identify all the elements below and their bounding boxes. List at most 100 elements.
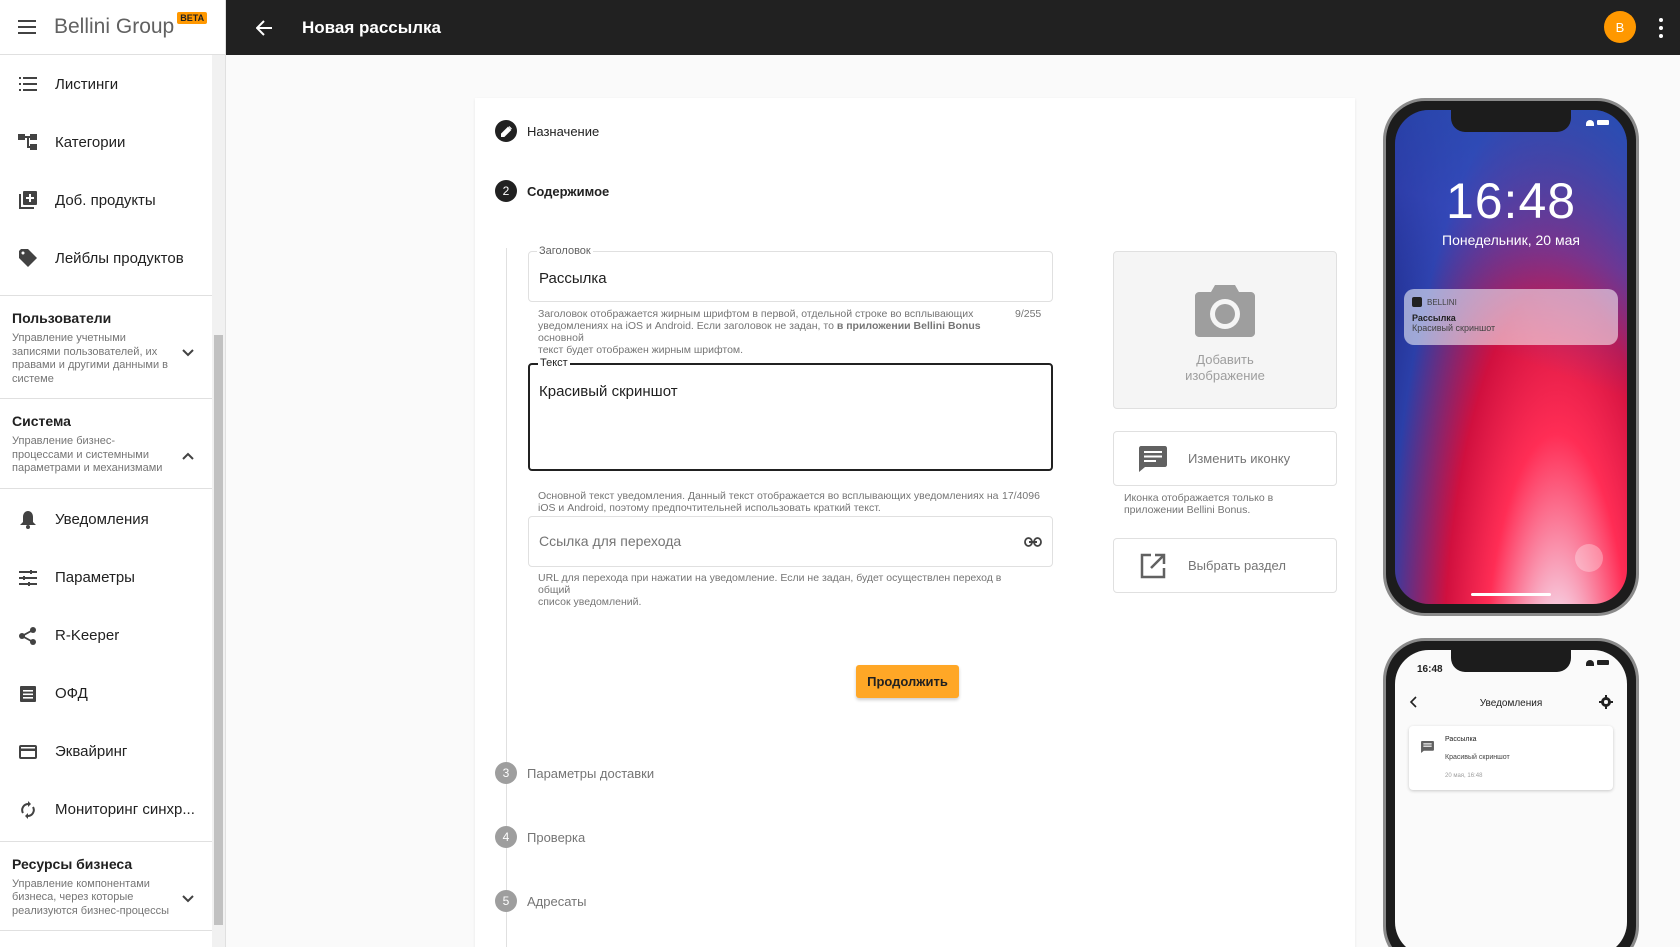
sync-icon <box>18 800 38 820</box>
card-date: 20 мая, 16:48 <box>1445 773 1483 779</box>
category-tree-icon <box>18 132 38 152</box>
gear-icon <box>1599 695 1613 712</box>
status-time: 16:48 <box>1417 664 1443 675</box>
sidebar-item-categories[interactable]: Категории <box>0 113 212 171</box>
icon-hint: Иконка отображается только в приложении … <box>1124 492 1274 516</box>
sidebar-scrollbar[interactable] <box>212 55 225 947</box>
link-field[interactable]: Ссылка для перехода <box>528 516 1053 567</box>
notification-title: Рассылка <box>1412 313 1456 323</box>
continue-button[interactable]: Продолжить <box>856 665 959 698</box>
chevron-up-icon <box>182 447 194 465</box>
sidebar-item-label: Лейблы продуктов <box>55 249 184 267</box>
home-indicator <box>1471 593 1551 596</box>
sidebar-item-notifications[interactable]: Уведомления <box>0 491 212 549</box>
step-recipients[interactable]: 5 Адресаты <box>495 890 586 912</box>
more-vert-icon[interactable] <box>1658 18 1664 38</box>
step-number: 5 <box>495 890 517 912</box>
push-notification-preview: BELLINI Рассылка Красивый скриншот <box>1404 289 1618 345</box>
lockscreen-date: Понедельник, 20 мая <box>1442 232 1580 248</box>
add-box-icon <box>18 190 38 210</box>
app-screen: 16:48 Уведомления Рассылка Красивый скри… <box>1395 650 1627 947</box>
link-hint: URL для перехода при нажатии на уведомле… <box>538 572 1002 608</box>
app-header: Уведомления <box>1395 690 1627 716</box>
sidebar-item-acquiring[interactable]: Эквайринг <box>0 723 212 781</box>
title-field[interactable]: Заголовок Рассылка <box>528 245 1053 302</box>
sidebar-item-ofd[interactable]: ОФД <box>0 665 212 723</box>
text-input-value: Красивый скриншот <box>539 383 678 400</box>
label-tag-icon <box>18 248 38 268</box>
app-icon <box>1412 297 1422 307</box>
lockscreen: 16:48 Понедельник, 20 мая BELLINI Рассыл… <box>1395 110 1627 604</box>
lockscreen-preview-phone: 16:48 Понедельник, 20 мая BELLINI Рассыл… <box>1383 98 1639 616</box>
sidebar-nav: Листинги Категории Доб. продукты Лейблы … <box>0 55 212 947</box>
top-app-bar: Новая рассылка B <box>226 0 1680 55</box>
bell-icon <box>18 510 38 530</box>
list-icon <box>18 74 38 94</box>
step-label: Назначение <box>527 123 600 139</box>
text-counter: 17/4096 <box>1002 490 1040 502</box>
link-icon[interactable] <box>1024 534 1042 552</box>
section-description: Управление бизнес-процессами и системным… <box>12 435 163 474</box>
step-delivery[interactable]: 3 Параметры доставки <box>495 762 654 784</box>
section-title: Ресурсы бизнеса <box>12 855 133 872</box>
beta-badge: BETA <box>177 12 208 24</box>
step-label: Адресаты <box>527 893 587 909</box>
sidebar-item-listings[interactable]: Листинги <box>0 55 212 113</box>
edit-icon <box>495 120 517 142</box>
phone-notch <box>1451 650 1571 672</box>
sidebar-item-rkeeper[interactable]: R-Keeper <box>0 607 212 665</box>
status-icons <box>1586 120 1609 126</box>
sidebar-item-label: Доб. продукты <box>55 191 156 209</box>
choose-section-label: Выбрать раздел <box>1188 558 1286 573</box>
receipt-icon <box>18 684 38 704</box>
menu-icon[interactable] <box>18 20 36 34</box>
chevron-left-icon <box>1409 696 1417 711</box>
sidebar-item-label: Категории <box>55 133 126 151</box>
sidebar-item-sync-monitoring[interactable]: Мониторинг синхр... <box>0 781 212 839</box>
sidebar-item-add-products[interactable]: Доб. продукты <box>0 171 212 229</box>
notification-card: Рассылка Красивый скриншот 20 мая, 16:48 <box>1409 726 1613 790</box>
card-body: Красивый скриншот <box>1445 754 1510 761</box>
change-icon-label: Изменить иконку <box>1188 451 1291 466</box>
stepper-card: Назначение 2 Содержимое Заголовок Рассыл… <box>475 98 1355 947</box>
sidebar: Bellini Group BETA Листинги Категории До… <box>0 0 226 947</box>
title-hint: Заголовок отображается жирным шрифтом в … <box>538 308 981 356</box>
step-number: 2 <box>495 180 517 202</box>
avatar[interactable]: B <box>1604 11 1636 43</box>
sidebar-item-product-labels[interactable]: Лейблы продуктов <box>0 229 212 287</box>
sidebar-section-resources[interactable]: Ресурсы бизнеса Управление компонентами … <box>0 840 212 931</box>
section-description: Управление компонентами бизнеса, через к… <box>12 877 170 917</box>
step-label: Параметры доставки <box>527 765 655 781</box>
title-counter: 9/255 <box>1015 308 1042 320</box>
sidebar-item-label: ОФД <box>55 685 88 702</box>
step-purpose[interactable]: Назначение <box>495 120 599 142</box>
chevron-down-icon <box>182 344 194 362</box>
section-title: Пользователи <box>12 310 112 326</box>
change-icon-button[interactable]: Изменить иконку <box>1113 431 1337 486</box>
step-content[interactable]: 2 Содержимое <box>495 180 609 202</box>
chat-icon <box>1421 740 1434 758</box>
step-number: 3 <box>495 762 517 784</box>
scrollbar-thumb[interactable] <box>214 335 223 925</box>
sidebar-section-users[interactable]: Пользователи Управление учетными записям… <box>0 295 212 399</box>
add-image-button[interactable]: Добавить изображение <box>1113 251 1337 409</box>
app-header-title: Уведомления <box>1479 697 1543 709</box>
inapp-preview-phone: 16:48 Уведомления Рассылка Красивый скри… <box>1383 638 1639 947</box>
step-review[interactable]: 4 Проверка <box>495 826 585 848</box>
page-title: Новая рассылка <box>302 17 442 37</box>
field-label: Заголовок <box>537 245 593 257</box>
text-hint: Основной текст уведомления. Данный текст… <box>538 490 999 514</box>
tune-icon <box>18 568 38 588</box>
step-label: Содержимое <box>527 183 610 199</box>
sidebar-item-label: Листинги <box>55 75 119 93</box>
back-arrow-icon[interactable] <box>252 16 276 40</box>
chat-icon <box>1138 444 1168 474</box>
sidebar-item-label: Параметры <box>55 569 135 586</box>
sidebar-item-parameters[interactable]: Параметры <box>0 549 212 607</box>
phone-notch <box>1451 110 1571 132</box>
section-description: Управление учетными записями пользовател… <box>12 332 169 385</box>
sidebar-section-system[interactable]: Система Управление бизнес-процессами и с… <box>0 399 212 489</box>
text-field[interactable]: Текст Красивый скриншот <box>528 357 1053 471</box>
choose-section-button[interactable]: Выбрать раздел <box>1113 538 1337 593</box>
share-icon <box>18 626 38 646</box>
